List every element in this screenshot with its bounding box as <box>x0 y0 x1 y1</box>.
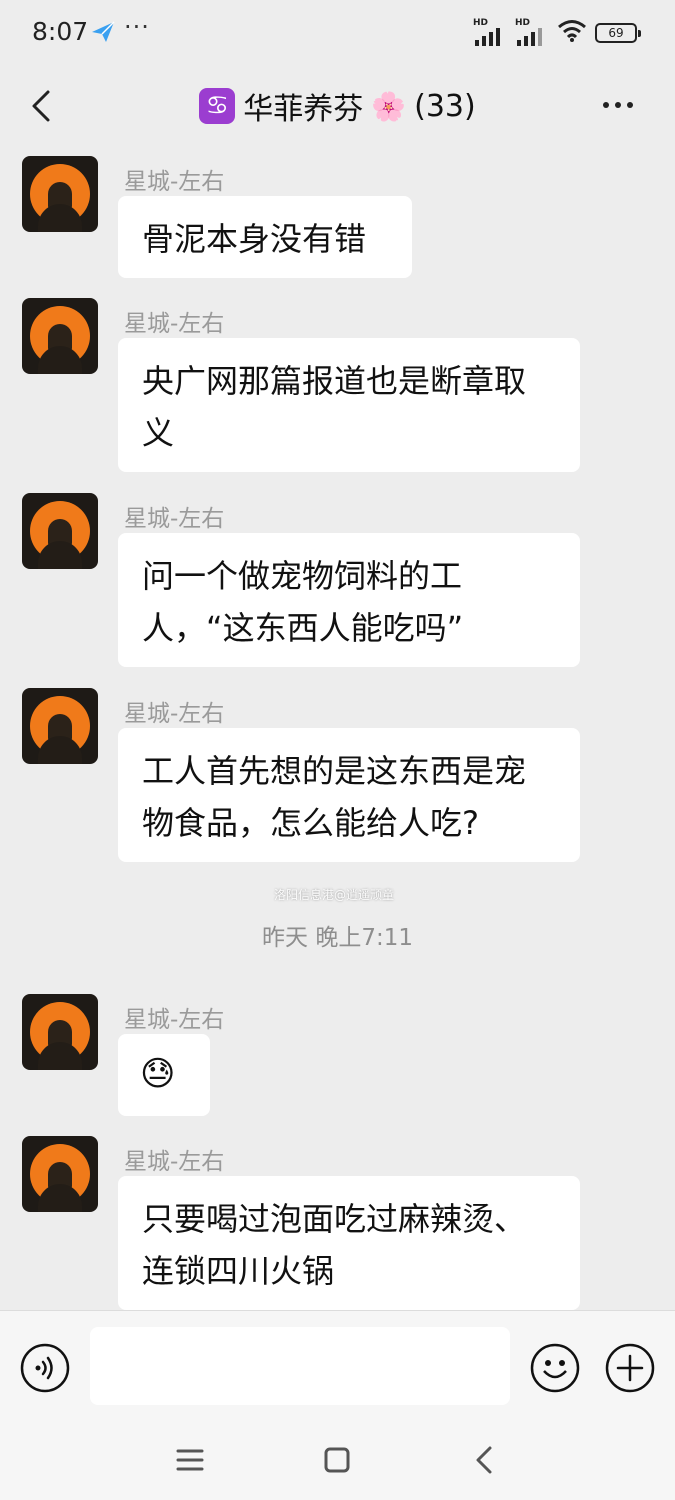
message-item: 星城-左右 😓 <box>0 986 675 1126</box>
paper-plane-icon <box>90 20 116 48</box>
back-icon <box>476 1446 492 1474</box>
sender-name: 星城-左右 <box>124 1007 225 1033</box>
menu-icon <box>176 1449 204 1471</box>
home-icon <box>324 1447 350 1473</box>
sender-name: 星城-左右 <box>124 701 225 727</box>
message-item: 星城-左右 工人首先想的是这东西是宠物食品，怎么能给人吃? <box>0 680 675 862</box>
avatar[interactable] <box>22 994 98 1070</box>
message-bubble[interactable]: 只要喝过泡面吃过麻辣烫、连锁四川火锅 <box>118 1176 580 1310</box>
chat-area[interactable]: 星城-左右 骨泥本身没有错 星城-左右 央广网那篇报道也是断章取义 星城-左右 … <box>0 146 675 1310</box>
chat-title: ♋ 华菲养芬 🌸 (33) <box>0 84 675 128</box>
chat-header: ♋ 华菲养芬 🌸 (33) <box>0 68 675 146</box>
signal-1-icon: HD <box>473 18 507 46</box>
group-name: 华菲养芬 <box>243 92 364 127</box>
system-back-button[interactable] <box>466 1442 502 1478</box>
cancer-zodiac-icon: ♋ <box>199 88 236 124</box>
plus-icon <box>605 1343 655 1393</box>
home-button[interactable] <box>319 1442 355 1478</box>
status-bar: 8:07 ··· HD HD 69 <box>0 0 675 68</box>
dot-icon <box>603 102 609 108</box>
message-item: 星城-左右 骨泥本身没有错 <box>0 148 675 278</box>
message-bubble[interactable]: 央广网那篇报道也是断章取义 <box>118 338 580 472</box>
emoji-message-bubble[interactable]: 😓 <box>118 1034 210 1116</box>
avatar[interactable] <box>22 688 98 764</box>
message-item: 星城-左右 问一个做宠物饲料的工人，“这东西人能吃吗” <box>0 485 675 667</box>
recent-apps-button[interactable] <box>172 1442 208 1478</box>
battery-icon: 69 <box>595 23 641 43</box>
status-time: 8:07 <box>32 17 89 46</box>
sender-name: 星城-左右 <box>124 311 225 337</box>
more-options-button[interactable] <box>603 90 639 120</box>
time-separator: 昨天 晚上7:11 <box>262 925 413 951</box>
member-count: (33) <box>414 88 476 124</box>
avatar[interactable] <box>22 1136 98 1212</box>
message-bubble[interactable]: 工人首先想的是这东西是宠物食品，怎么能给人吃? <box>118 728 580 862</box>
sender-name: 星城-左右 <box>124 1149 225 1175</box>
voice-icon <box>20 1343 70 1393</box>
emoji-icon <box>530 1343 580 1393</box>
message-bubble[interactable]: 问一个做宠物饲料的工人，“这东西人能吃吗” <box>118 533 580 667</box>
message-item: 星城-左右 只要喝过泡面吃过麻辣烫、连锁四川火锅 <box>0 1128 675 1310</box>
sender-name: 星城-左右 <box>124 169 225 195</box>
message-item: 星城-左右 央广网那篇报道也是断章取义 <box>0 290 675 472</box>
status-more-dots: ··· <box>124 13 150 41</box>
signal-2-icon: HD <box>515 18 549 46</box>
voice-button[interactable] <box>20 1343 70 1393</box>
input-bar <box>0 1310 675 1421</box>
dot-icon <box>627 102 633 108</box>
dot-icon <box>615 102 621 108</box>
cherry-blossom-icon: 🌸 <box>371 89 407 123</box>
message-bubble[interactable]: 骨泥本身没有错 <box>118 196 412 278</box>
wifi-icon <box>557 19 587 47</box>
emoji-button[interactable] <box>530 1343 580 1393</box>
avatar[interactable] <box>22 156 98 232</box>
avatar[interactable] <box>22 298 98 374</box>
sender-name: 星城-左右 <box>124 506 225 532</box>
system-nav-bar <box>0 1420 675 1500</box>
message-input[interactable] <box>90 1327 510 1405</box>
avatar[interactable] <box>22 493 98 569</box>
watermark: 洛阳信息港@逍遥顽童 <box>274 888 395 902</box>
plus-button[interactable] <box>605 1343 655 1393</box>
